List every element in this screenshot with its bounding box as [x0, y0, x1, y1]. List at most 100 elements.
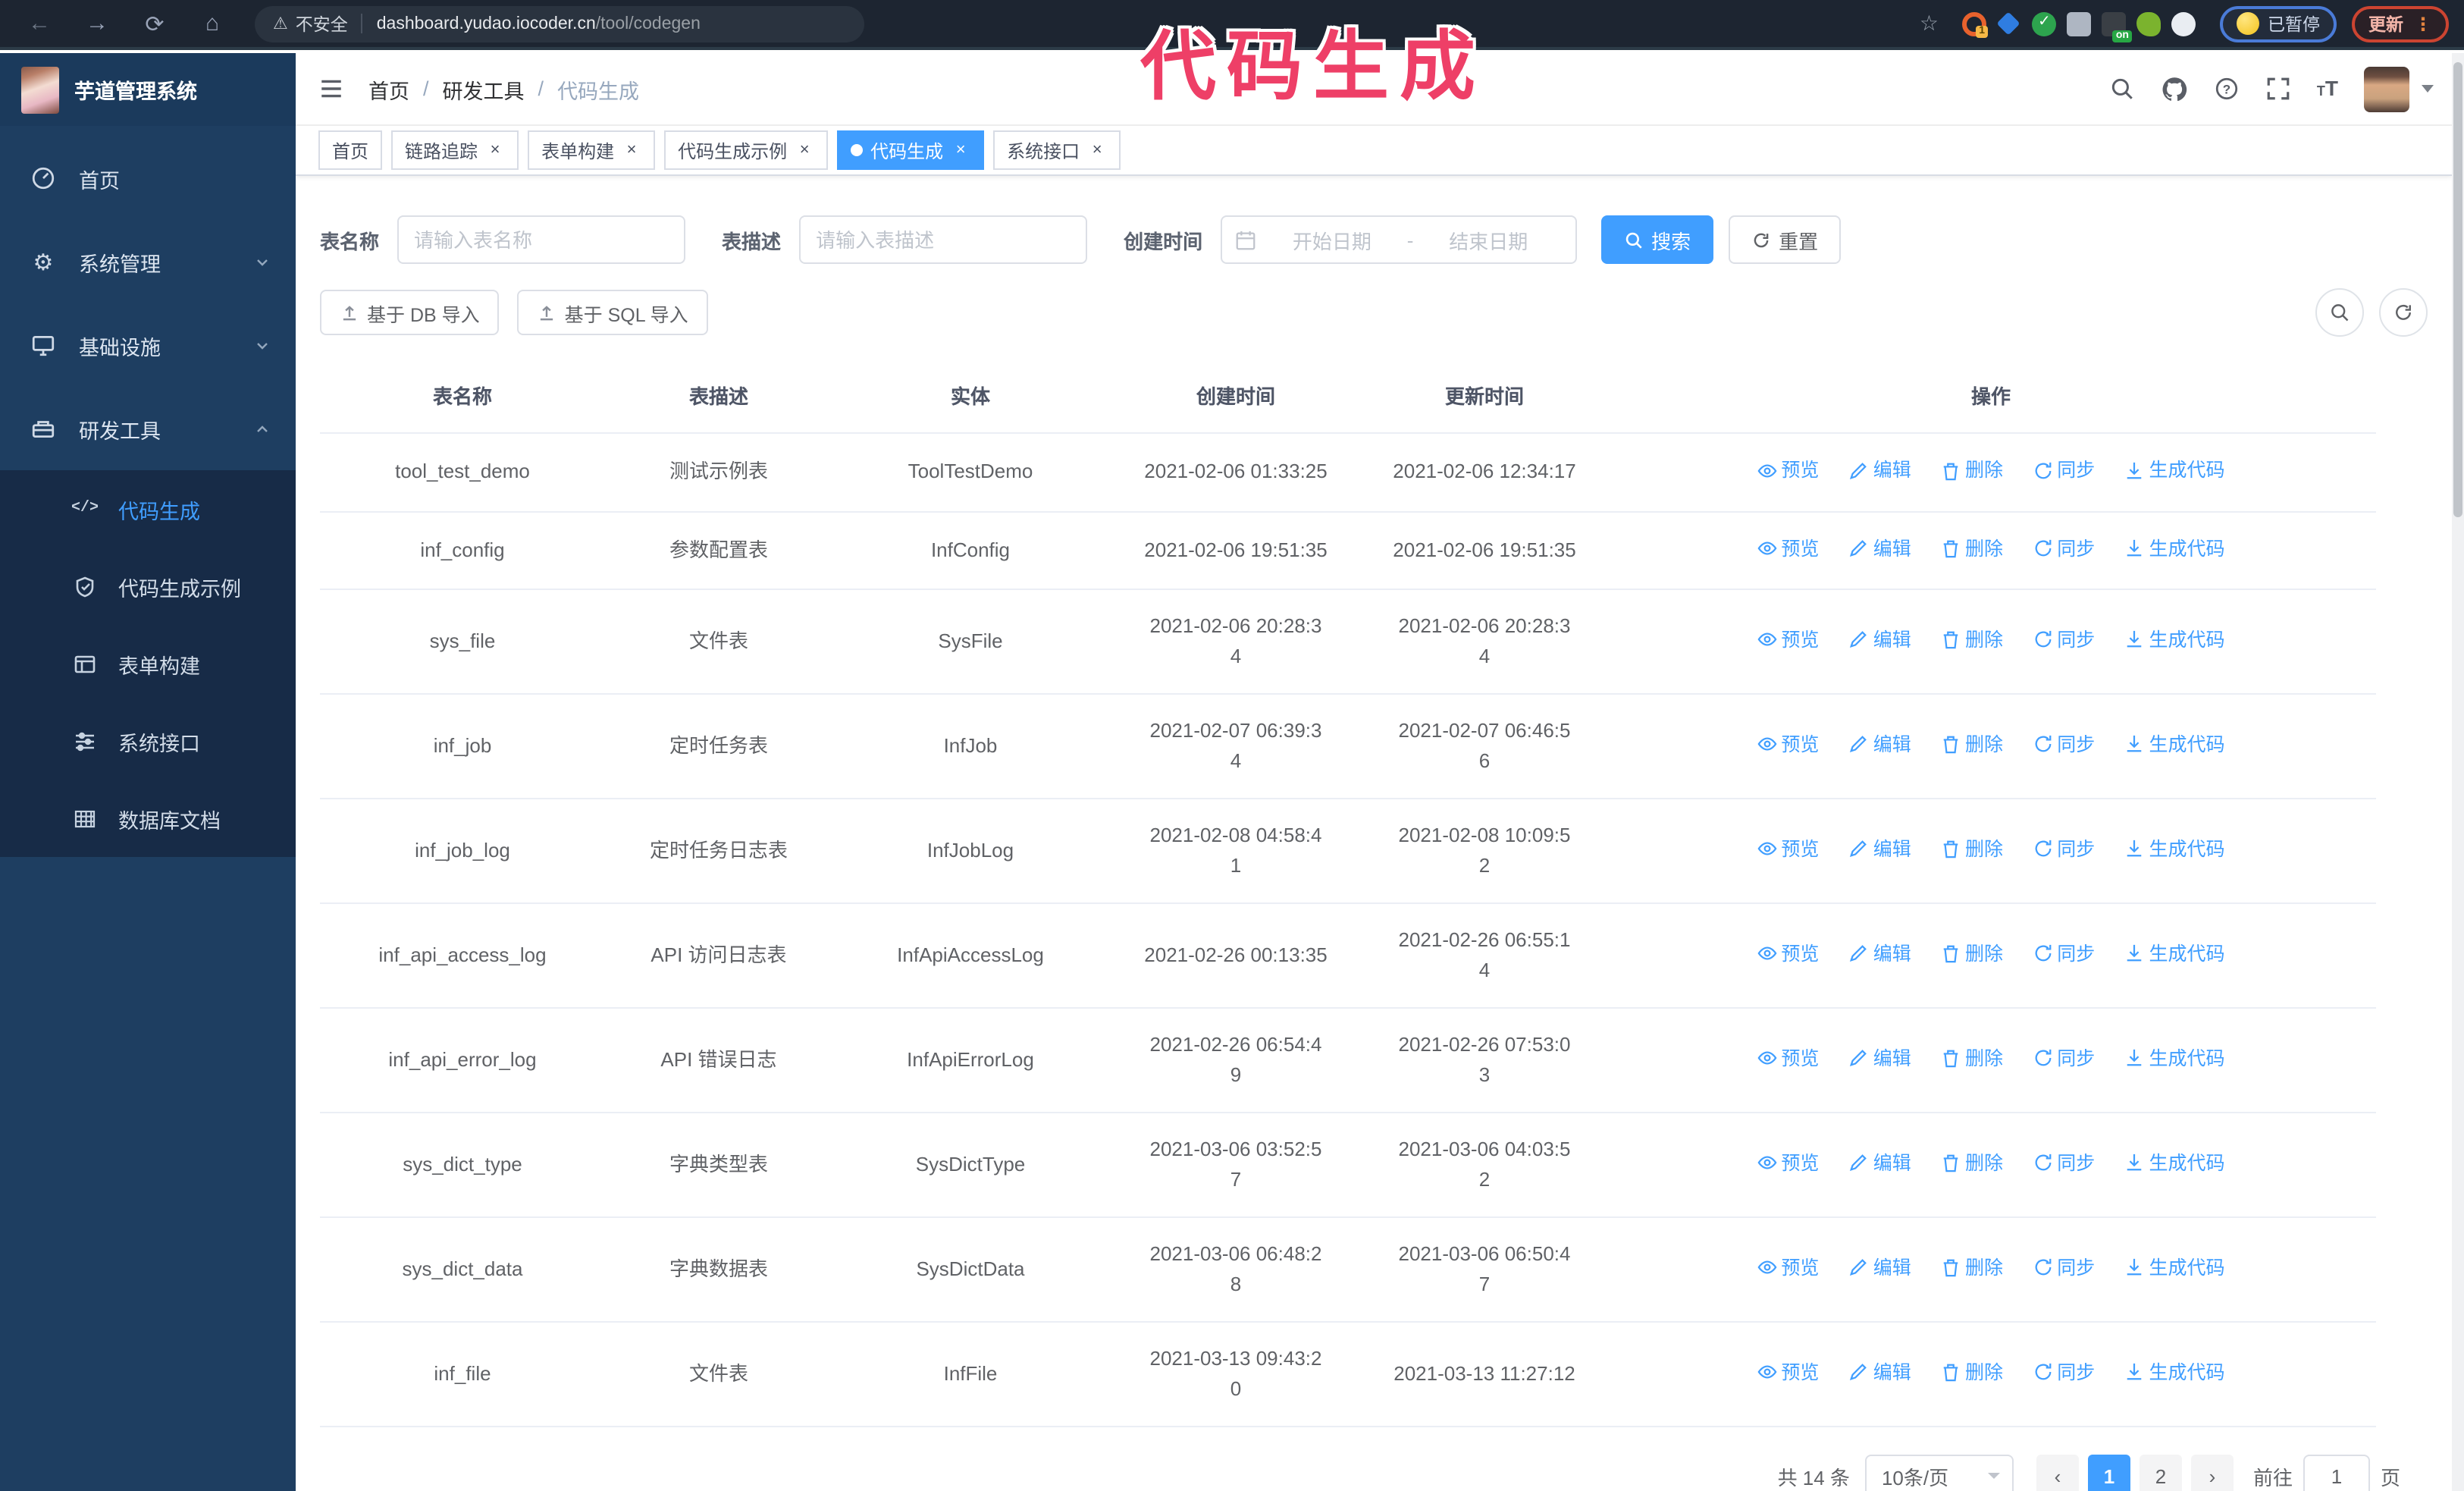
preview-link[interactable]: 预览 — [1757, 533, 1819, 563]
table-row[interactable]: sys_dict_type 字典类型表 SysDictType 2021-03-… — [320, 1113, 2376, 1218]
update-button[interactable]: 更新 ⋮ — [2352, 5, 2449, 42]
prev-page-button[interactable]: ‹ — [2036, 1455, 2079, 1491]
edit-link[interactable]: 编辑 — [1849, 730, 1911, 760]
preview-link[interactable]: 预览 — [1757, 939, 1819, 969]
table-row[interactable]: sys_dict_data 字典数据表 SysDictData 2021-03-… — [320, 1217, 2376, 1323]
table-row[interactable]: inf_file 文件表 InfFile 2021-03-13 09:43:2 … — [320, 1322, 2376, 1427]
table-row[interactable]: inf_job 定时任务表 InfJob 2021-02-07 06:39:3 … — [320, 694, 2376, 799]
generate-code-link[interactable]: 生成代码 — [2125, 1253, 2225, 1283]
sync-link[interactable]: 同步 — [2033, 834, 2095, 865]
preview-link[interactable]: 预览 — [1757, 1044, 1819, 1074]
import-db-button[interactable]: 基于 DB 导入 — [320, 290, 500, 335]
sidebar-item-system-api[interactable]: 系统接口 — [0, 702, 296, 780]
preview-link[interactable]: 预览 — [1757, 1253, 1819, 1283]
table-desc-input[interactable] — [799, 215, 1088, 264]
grid-extension-icon[interactable] — [2067, 11, 2091, 36]
forward-icon[interactable]: → — [79, 11, 115, 36]
preview-link[interactable]: 预览 — [1757, 1148, 1819, 1179]
puzzle-extension-icon[interactable] — [2171, 11, 2196, 36]
edit-link[interactable]: 编辑 — [1849, 1253, 1911, 1283]
font-size-icon[interactable]: TT — [2317, 75, 2338, 102]
preview-link[interactable]: 预览 — [1757, 455, 1819, 485]
goto-page-input[interactable] — [2303, 1455, 2370, 1491]
generate-code-link[interactable]: 生成代码 — [2125, 533, 2225, 563]
sync-link[interactable]: 同步 — [2033, 1044, 2095, 1074]
switch-extension-icon[interactable]: on — [2102, 11, 2132, 42]
edit-link[interactable]: 编辑 — [1849, 834, 1911, 865]
table-row[interactable]: tool_test_demo 测试示例表 ToolTestDemo 2021-0… — [320, 433, 2376, 512]
import-sql-button[interactable]: 基于 SQL 导入 — [517, 290, 708, 335]
page-size-select[interactable]: 10条/页 — [1864, 1455, 2014, 1491]
fullscreen-icon[interactable] — [2265, 76, 2291, 102]
sidebar-item-system[interactable]: ⚙ 系统管理 — [0, 220, 296, 303]
reload-icon[interactable]: ⟳ — [136, 10, 173, 37]
delete-link[interactable]: 删除 — [1941, 455, 2003, 485]
hamburger-icon[interactable] — [318, 76, 344, 102]
home-icon[interactable]: ⌂ — [194, 11, 230, 36]
table-name-input[interactable] — [397, 215, 686, 264]
sidebar-item-codegen[interactable]: </> 代码生成 — [0, 470, 296, 548]
page-2-button[interactable]: 2 — [2139, 1455, 2182, 1491]
avatar-caret-icon[interactable] — [2422, 85, 2434, 93]
tag-codegen-example[interactable]: 代码生成示例 × — [664, 130, 829, 170]
sidebar-item-form-builder[interactable]: 表单构建 — [0, 625, 296, 702]
sync-link[interactable]: 同步 — [2033, 939, 2095, 969]
delete-link[interactable]: 删除 — [1941, 625, 2003, 655]
github-icon[interactable] — [2161, 75, 2188, 102]
table-row[interactable]: inf_job_log 定时任务日志表 InfJobLog 2021-02-08… — [320, 799, 2376, 904]
table-row[interactable]: sys_file 文件表 SysFile 2021-02-06 20:28:3 … — [320, 589, 2376, 695]
preview-link[interactable]: 预览 — [1757, 834, 1819, 865]
tag-codegen[interactable]: 代码生成 × — [837, 130, 985, 170]
sync-link[interactable]: 同步 — [2033, 533, 2095, 563]
sync-link[interactable]: 同步 — [2033, 730, 2095, 760]
tag-home[interactable]: 首页 — [318, 130, 383, 170]
generate-code-link[interactable]: 生成代码 — [2125, 625, 2225, 655]
avatar[interactable] — [2364, 66, 2409, 111]
generate-code-link[interactable]: 生成代码 — [2125, 1044, 2225, 1074]
preview-link[interactable]: 预览 — [1757, 730, 1819, 760]
breadcrumb-devtools[interactable]: 研发工具 — [443, 74, 525, 104]
sidebar-item-db-doc[interactable]: 数据库文档 — [0, 780, 296, 857]
delete-link[interactable]: 删除 — [1941, 1253, 2003, 1283]
close-icon[interactable]: × — [485, 140, 505, 160]
edit-link[interactable]: 编辑 — [1849, 533, 1911, 563]
green-extension-icon[interactable] — [2136, 11, 2161, 36]
back-icon[interactable]: ← — [21, 11, 58, 36]
table-row[interactable]: inf_api_access_log API 访问日志表 InfApiAcces… — [320, 903, 2376, 1009]
scrollbar-thumb[interactable] — [2453, 62, 2462, 517]
help-icon[interactable]: ? — [2214, 76, 2240, 102]
table-row[interactable]: inf_config 参数配置表 InfConfig 2021-02-06 19… — [320, 511, 2376, 590]
check-extension-icon[interactable] — [2032, 11, 2056, 36]
toggle-search-button[interactable] — [2315, 288, 2364, 337]
edit-link[interactable]: 编辑 — [1849, 1044, 1911, 1074]
generate-code-link[interactable]: 生成代码 — [2125, 730, 2225, 760]
search-button[interactable]: 搜索 — [1601, 215, 1714, 264]
tag-form-builder[interactable]: 表单构建 × — [528, 130, 656, 170]
tag-system-api[interactable]: 系统接口 × — [993, 130, 1121, 170]
tag-trace[interactable]: 链路追踪 × — [391, 130, 519, 170]
preview-link[interactable]: 预览 — [1757, 1358, 1819, 1388]
delete-link[interactable]: 删除 — [1941, 533, 2003, 563]
generate-code-link[interactable]: 生成代码 — [2125, 455, 2225, 485]
reset-button[interactable]: 重置 — [1729, 215, 1842, 264]
sidebar-item-infra[interactable]: 基础设施 — [0, 303, 296, 387]
bookmark-star-icon[interactable]: ☆ — [1920, 11, 1939, 36]
edit-link[interactable]: 编辑 — [1849, 625, 1911, 655]
next-page-button[interactable]: › — [2190, 1455, 2234, 1491]
preview-link[interactable]: 预览 — [1757, 625, 1819, 655]
sync-link[interactable]: 同步 — [2033, 1253, 2095, 1283]
app-logo[interactable]: 芋道管理系统 — [0, 53, 296, 126]
sidebar-item-devtools[interactable]: 研发工具 — [0, 387, 296, 470]
table-row[interactable]: inf_api_error_log API 错误日志 InfApiErrorLo… — [320, 1008, 2376, 1113]
edit-link[interactable]: 编辑 — [1849, 939, 1911, 969]
edit-link[interactable]: 编辑 — [1849, 1148, 1911, 1179]
close-icon[interactable]: × — [951, 140, 970, 160]
sync-link[interactable]: 同步 — [2033, 625, 2095, 655]
delete-link[interactable]: 删除 — [1941, 834, 2003, 865]
generate-code-link[interactable]: 生成代码 — [2125, 1148, 2225, 1179]
adblock-extension-icon[interactable]: 1 — [1962, 11, 1988, 37]
edit-link[interactable]: 编辑 — [1849, 1358, 1911, 1388]
breadcrumb-home[interactable]: 首页 — [368, 74, 409, 104]
date-range-picker[interactable]: 开始日期 - 结束日期 — [1221, 215, 1578, 264]
scrollbar[interactable] — [2452, 53, 2464, 1491]
